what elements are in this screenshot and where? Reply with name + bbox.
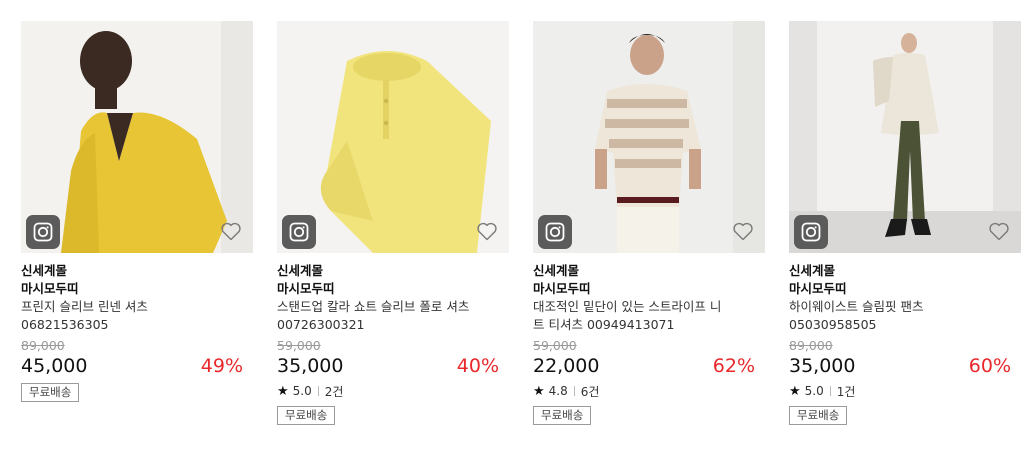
store-label: 신세계몰 <box>789 263 836 278</box>
free-shipping-badge: 무료배송 <box>277 406 336 425</box>
product-card[interactable]: 신세계몰 마시모두띠 대조적인 밑단이 있는 스트라이프 니트 티셔츠 0094… <box>533 21 765 425</box>
review-count: 6건 <box>580 384 600 399</box>
product-name[interactable]: 대조적인 밑단이 있는 스트라이프 니트 티셔츠 00949413071 <box>533 298 729 334</box>
brand-name[interactable]: 마시모두띠 <box>533 280 765 298</box>
free-shipping-badge: 무료배송 <box>789 406 848 425</box>
store-label: 신세계몰 <box>533 263 580 278</box>
product-card[interactable]: 신세계몰 마시모두띠 하이웨이스트 슬림핏 팬츠 05030958505 89,… <box>789 21 1021 425</box>
star-icon: ★ <box>533 383 545 399</box>
free-shipping-badge: 무료배송 <box>533 406 592 425</box>
review-count: 1건 <box>836 384 856 399</box>
product-image[interactable] <box>533 21 765 253</box>
rating-summary[interactable]: ★ 4.8 6건 <box>533 382 765 400</box>
rating-value: 5.0 <box>292 384 312 398</box>
sale-price: 35,000 <box>789 355 856 377</box>
review-count: 2건 <box>324 384 344 399</box>
sale-price: 35,000 <box>277 355 344 377</box>
rating-value: 4.8 <box>548 384 568 398</box>
product-card[interactable]: 신세계몰 마시모두띠 스탠드업 칼라 쇼트 슬리브 폴로 셔츠 00726300… <box>277 21 509 425</box>
discount-rate: 40% <box>456 355 499 377</box>
star-icon: ★ <box>277 383 289 399</box>
original-price: 59,000 <box>277 338 321 353</box>
brand-name[interactable]: 마시모두띠 <box>277 280 509 298</box>
product-grid: 신세계몰 마시모두띠 프린지 슬리브 린넨 셔츠 06821536305 89,… <box>0 0 1024 455</box>
product-image[interactable] <box>21 21 253 253</box>
original-price: 89,000 <box>21 338 65 353</box>
heart-icon[interactable] <box>731 219 755 243</box>
brand-name[interactable]: 마시모두띠 <box>789 280 1021 298</box>
heart-icon[interactable] <box>475 219 499 243</box>
discount-rate: 60% <box>968 355 1011 377</box>
brand-name[interactable]: 마시모두띠 <box>21 280 253 298</box>
original-price: 59,000 <box>533 338 577 353</box>
store-label: 신세계몰 <box>277 263 324 278</box>
product-image[interactable] <box>277 21 509 253</box>
rating-summary[interactable]: ★ 5.0 2건 <box>277 382 509 400</box>
rating-value: 5.0 <box>804 384 824 398</box>
divider <box>829 386 831 396</box>
divider <box>317 386 319 396</box>
ssg-store-icon <box>26 215 60 249</box>
discount-rate: 49% <box>200 355 243 377</box>
star-icon: ★ <box>789 383 801 399</box>
product-name[interactable]: 스탠드업 칼라 쇼트 슬리브 폴로 셔츠 00726300321 <box>277 298 473 334</box>
product-name[interactable]: 하이웨이스트 슬림핏 팬츠 05030958505 <box>789 298 985 334</box>
original-price: 89,000 <box>789 338 833 353</box>
heart-icon[interactable] <box>219 219 243 243</box>
rating-summary[interactable]: ★ 5.0 1건 <box>789 382 1021 400</box>
sale-price: 45,000 <box>21 355 88 377</box>
divider <box>573 386 575 396</box>
product-image[interactable] <box>789 21 1021 253</box>
ssg-store-icon <box>794 215 828 249</box>
product-card[interactable]: 신세계몰 마시모두띠 프린지 슬리브 린넨 셔츠 06821536305 89,… <box>21 21 253 402</box>
heart-icon[interactable] <box>987 219 1011 243</box>
store-label: 신세계몰 <box>21 263 68 278</box>
discount-rate: 62% <box>712 355 755 377</box>
free-shipping-badge: 무료배송 <box>21 383 80 402</box>
ssg-store-icon <box>538 215 572 249</box>
product-name[interactable]: 프린지 슬리브 린넨 셔츠 06821536305 <box>21 298 217 334</box>
sale-price: 22,000 <box>533 355 600 377</box>
ssg-store-icon <box>282 215 316 249</box>
